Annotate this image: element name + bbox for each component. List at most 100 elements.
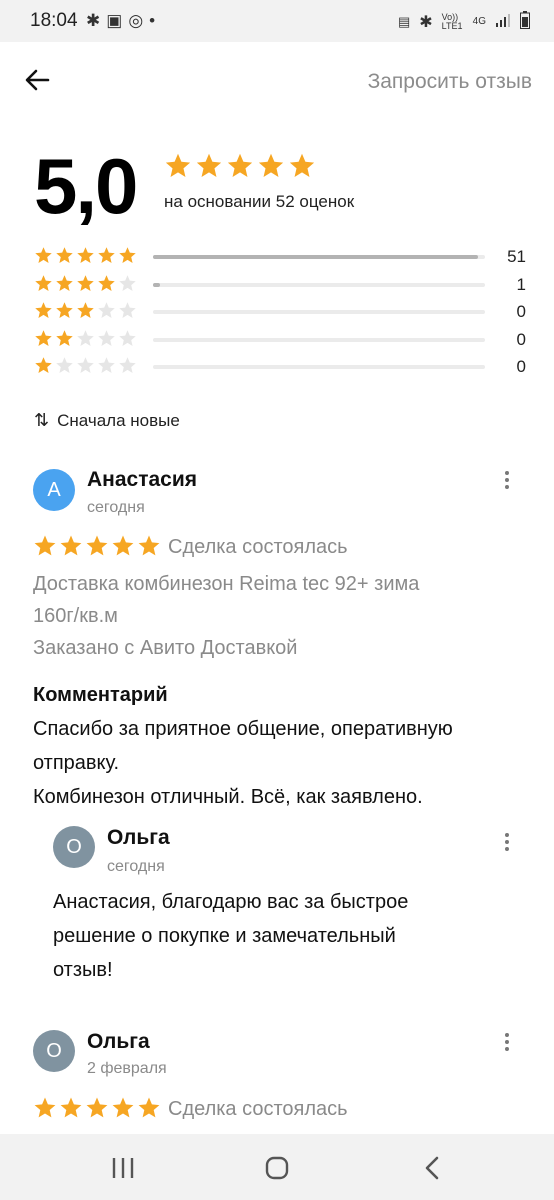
status-bar: 18:04 ✱▣◎• ▤ ✱ Vo)) LTE1 4G bbox=[0, 0, 554, 42]
star-filled-icon bbox=[34, 246, 53, 265]
check-circle-icon: ◎ bbox=[128, 11, 150, 30]
nav-back-icon bbox=[425, 1156, 439, 1180]
status-notification-icons: ✱▣◎• bbox=[86, 11, 161, 31]
app-header: Запросить отзыв bbox=[0, 42, 554, 122]
star-filled-icon bbox=[33, 1096, 57, 1120]
star-filled-icon bbox=[118, 246, 137, 265]
star-filled-icon bbox=[137, 1096, 161, 1120]
star-filled-icon bbox=[76, 246, 95, 265]
volte-icon: Vo)) LTE1 bbox=[441, 11, 463, 31]
battery-icon bbox=[520, 11, 530, 32]
star-filled-icon bbox=[55, 329, 74, 348]
star-empty-icon bbox=[118, 356, 137, 375]
rating-breakdown-row: 0 bbox=[34, 301, 526, 323]
status-time: 18:04 bbox=[30, 10, 78, 31]
star-filled-icon bbox=[226, 152, 254, 180]
sort-button[interactable]: ⇅ Сначала новые bbox=[34, 410, 180, 431]
review-author[interactable]: Ольга bbox=[87, 1030, 150, 1054]
star-empty-icon bbox=[76, 356, 95, 375]
recents-icon bbox=[112, 1158, 134, 1178]
star-filled-icon bbox=[111, 1096, 135, 1120]
battery-saver-icon: ▤ bbox=[397, 13, 411, 29]
star-filled-icon bbox=[195, 152, 223, 180]
reply-text: Анастасия, благодарю вас за быстрое реше… bbox=[53, 891, 409, 981]
rating-count: 1 bbox=[516, 274, 526, 294]
star-filled-icon bbox=[34, 301, 53, 320]
star-filled-icon bbox=[111, 534, 135, 558]
back-button[interactable] bbox=[22, 64, 54, 96]
dot-icon: • bbox=[149, 11, 162, 30]
more-dots-icon bbox=[505, 1033, 509, 1037]
rating-bar-track bbox=[153, 310, 485, 314]
star-empty-icon bbox=[118, 301, 137, 320]
star-filled-icon bbox=[34, 356, 53, 375]
star-filled-icon bbox=[59, 534, 83, 558]
home-button[interactable] bbox=[261, 1152, 293, 1184]
row-stars bbox=[34, 301, 137, 320]
average-rating: 5,0 bbox=[34, 142, 138, 230]
star-filled-icon bbox=[55, 274, 74, 293]
home-icon bbox=[265, 1156, 289, 1180]
avatar[interactable]: О bbox=[53, 826, 95, 868]
rating-bar-fill bbox=[153, 255, 479, 259]
star-empty-icon bbox=[118, 329, 137, 348]
bluetooth-icon: ✱ bbox=[419, 13, 433, 31]
review-date: сегодня bbox=[87, 499, 145, 516]
sort-label: Сначала новые bbox=[57, 410, 180, 430]
more-options-button[interactable] bbox=[497, 1030, 517, 1060]
arrow-left-icon bbox=[25, 69, 50, 91]
review-author[interactable]: Анастасия bbox=[87, 468, 197, 492]
signal-bars-icon bbox=[495, 12, 511, 31]
more-dots-icon bbox=[505, 471, 509, 475]
avatar[interactable]: О bbox=[33, 1030, 75, 1072]
star-filled-icon bbox=[85, 1096, 109, 1120]
star-empty-icon bbox=[97, 329, 116, 348]
rating-breakdown-row: 0 bbox=[34, 356, 526, 378]
rating-count: 51 bbox=[507, 247, 526, 266]
rating-count: 0 bbox=[516, 329, 526, 349]
star-filled-icon bbox=[59, 1096, 83, 1120]
star-filled-icon bbox=[85, 534, 109, 558]
more-options-button[interactable] bbox=[497, 468, 517, 498]
more-options-button[interactable] bbox=[497, 830, 517, 860]
deal-status: Сделка состоялась bbox=[168, 536, 348, 558]
comment-text: Спасибо за приятное общение, оперативную… bbox=[33, 718, 453, 808]
nav-back-button[interactable] bbox=[417, 1152, 449, 1184]
review-date: 2 февраля bbox=[87, 1060, 167, 1077]
star-filled-icon bbox=[164, 152, 192, 180]
review-stars bbox=[33, 534, 161, 558]
request-review-button[interactable]: Запросить отзыв bbox=[368, 70, 532, 94]
star-empty-icon bbox=[97, 356, 116, 375]
star-filled-icon bbox=[55, 301, 74, 320]
star-empty-icon bbox=[97, 301, 116, 320]
system-navigation-bar bbox=[0, 1134, 554, 1200]
star-filled-icon bbox=[97, 274, 116, 293]
avatar[interactable]: А bbox=[33, 469, 75, 511]
status-system-icons: ▤ ✱ Vo)) LTE1 4G bbox=[398, 11, 530, 32]
rating-bar-track bbox=[153, 255, 485, 259]
rating-count: 0 bbox=[516, 357, 526, 376]
rating-bar-track bbox=[153, 365, 485, 369]
star-filled-icon bbox=[288, 152, 316, 180]
row-stars bbox=[34, 274, 137, 293]
signal-4g-icon: 4G bbox=[472, 16, 486, 27]
star-filled-icon bbox=[33, 534, 57, 558]
star-filled-icon bbox=[55, 246, 74, 265]
reply-author[interactable]: Ольга bbox=[107, 826, 170, 850]
more-dots-icon bbox=[505, 833, 509, 837]
delivery-info: Заказано с Авито Доставкой bbox=[33, 637, 298, 659]
rating-count: 0 bbox=[516, 302, 526, 321]
bluetooth-icon: ✱ bbox=[86, 11, 107, 30]
rating-bar-track bbox=[153, 282, 485, 287]
star-filled-icon bbox=[34, 274, 53, 293]
star-filled-icon bbox=[97, 246, 116, 265]
rating-bar-fill bbox=[153, 282, 160, 287]
star-filled-icon bbox=[76, 274, 95, 293]
recents-button[interactable] bbox=[107, 1152, 139, 1184]
sort-arrows-icon: ⇅ bbox=[34, 410, 50, 430]
rating-breakdown-row: 0 bbox=[34, 329, 526, 351]
reply-date: сегодня bbox=[107, 858, 165, 875]
star-empty-icon bbox=[55, 356, 74, 375]
star-empty-icon bbox=[76, 329, 95, 348]
rating-breakdown-row: 51 bbox=[34, 246, 526, 268]
